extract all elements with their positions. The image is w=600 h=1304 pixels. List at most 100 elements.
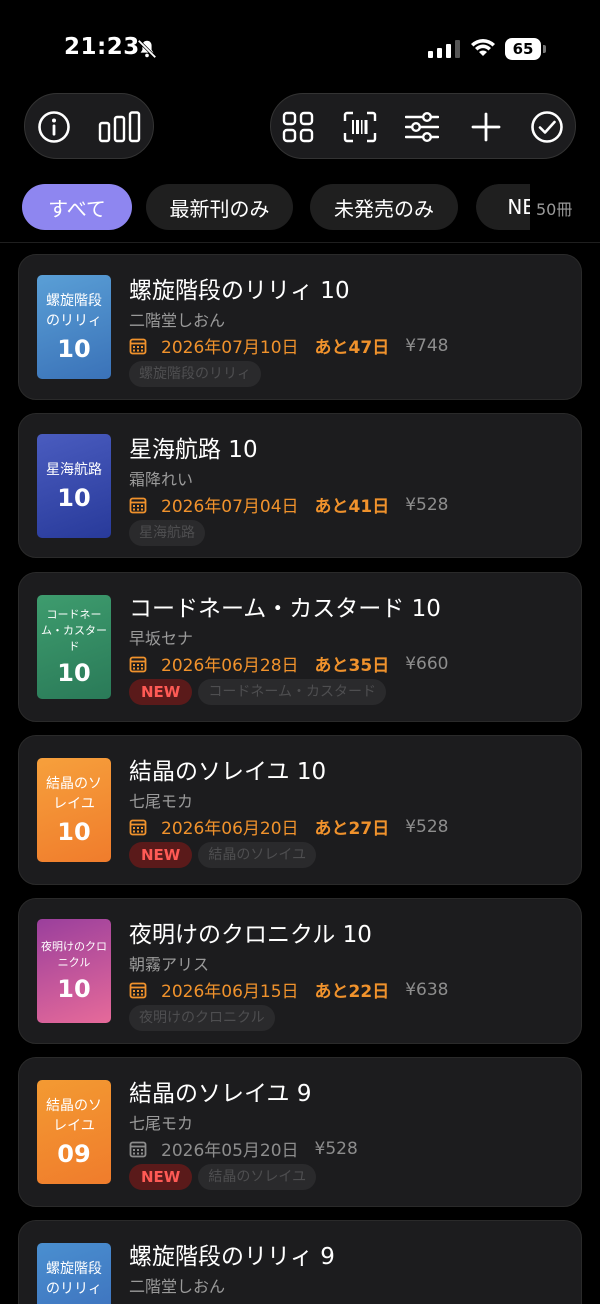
book-title: 螺旋階段のリリィ 9 <box>129 1244 335 1270</box>
book-author: 霜降れい <box>129 470 194 489</box>
filter-chip-new-wrapper: NEW <box>476 184 530 230</box>
cover-title: 結晶のソレイユ <box>46 1098 102 1134</box>
battery-level: 65 <box>505 38 541 60</box>
filter-chip-all[interactable]: すべて <box>22 184 132 230</box>
tag-row: 星海航路 <box>129 520 205 546</box>
release-date: 2026年06月28日 <box>161 656 299 676</box>
book-cover: 結晶のソレイユ 09 <box>37 1080 111 1184</box>
days-remaining: あと27日 <box>314 819 390 839</box>
bar-chart-icon <box>98 111 141 143</box>
cover-volume: 10 <box>57 975 91 1003</box>
book-title: 螺旋階段のリリィ 10 <box>129 278 350 304</box>
book-card[interactable]: 結晶のソレイユ 09 結晶のソレイユ 9 七尾モカ 2026年05月20日 ¥5… <box>18 1057 582 1207</box>
info-icon <box>38 111 70 143</box>
book-card[interactable]: 螺旋階段のリリィ 09 螺旋階段のリリィ 9 二階堂しおん <box>18 1220 582 1304</box>
bell-off-icon <box>137 39 157 59</box>
book-title: コードネーム・カスタード 10 <box>129 596 441 622</box>
status-bar: 21:23 65 <box>0 0 600 96</box>
price: ¥528 <box>314 1138 358 1159</box>
days-remaining: あと22日 <box>314 982 390 1002</box>
grid-icon <box>282 111 314 143</box>
book-cover: 螺旋階段のリリィ 09 <box>37 1243 111 1304</box>
book-title: 結晶のソレイユ 9 <box>129 1081 312 1107</box>
book-count: 50冊 <box>536 200 573 219</box>
tag-row: NEW 結晶のソレイユ <box>129 842 317 868</box>
barcode-scan-button[interactable] <box>341 108 379 146</box>
cover-volume: 10 <box>57 335 91 363</box>
book-title: 夜明けのクロニクル 10 <box>129 922 372 948</box>
plus-icon <box>471 112 501 142</box>
tag-row: NEW コードネーム・カスタード <box>129 679 386 705</box>
price: ¥660 <box>405 653 449 674</box>
book-cover: 螺旋階段のリリィ 10 <box>37 275 111 379</box>
cover-title: 螺旋階段のリリィ <box>46 1261 102 1297</box>
release-info: 2026年07月10日 あと47日 ¥748 <box>129 333 448 358</box>
book-card[interactable]: コードネーム・カスタード 10 コードネーム・カスタード 10 早坂セナ 202… <box>18 572 582 722</box>
filter-settings-button[interactable] <box>403 108 441 146</box>
calendar-icon <box>129 497 147 513</box>
divider <box>0 242 600 243</box>
sliders-icon <box>405 112 439 142</box>
calendar-icon <box>129 1141 147 1157</box>
select-button[interactable] <box>528 108 566 146</box>
book-cover: 結晶のソレイユ 10 <box>37 758 111 862</box>
tag-row: NEW 結晶のソレイユ <box>129 1164 317 1190</box>
book-title: 星海航路 10 <box>129 437 258 463</box>
book-author: 七尾モカ <box>129 792 194 811</box>
price: ¥528 <box>405 816 449 837</box>
days-remaining: あと47日 <box>314 338 390 358</box>
add-button[interactable] <box>467 108 505 146</box>
series-tag: 螺旋階段のリリィ <box>129 361 261 387</box>
price: ¥638 <box>405 979 449 1000</box>
book-author: 二階堂しおん <box>129 311 226 330</box>
release-info: 2026年06月15日 あと22日 ¥638 <box>129 977 448 1002</box>
cover-title: コードネーム・カスタード <box>41 608 107 653</box>
filter-chip-bar: すべて 最新刊のみ 未発売のみ NEW 50冊 <box>0 184 600 232</box>
stats-button[interactable] <box>97 108 143 146</box>
book-card[interactable]: 夜明けのクロニクル 10 夜明けのクロニクル 10 朝霧アリス 2026年06月… <box>18 898 582 1044</box>
cover-volume: 10 <box>57 818 91 846</box>
book-cover: 夜明けのクロニクル 10 <box>37 919 111 1023</box>
days-remaining: あと41日 <box>314 497 390 517</box>
battery-cap <box>543 45 546 53</box>
price: ¥528 <box>405 494 449 515</box>
filter-chip-latest[interactable]: 最新刊のみ <box>146 184 293 230</box>
calendar-icon <box>129 819 147 835</box>
filter-chip-unreleased[interactable]: 未発売のみ <box>310 184 458 230</box>
release-date: 2026年07月10日 <box>161 338 299 358</box>
book-title: 結晶のソレイユ 10 <box>129 759 327 785</box>
toolbar-right-group <box>270 93 576 159</box>
release-date: 2026年05月20日 <box>161 1141 299 1161</box>
book-author: 朝霧アリス <box>129 955 210 974</box>
release-date: 2026年06月15日 <box>161 982 299 1002</box>
book-cover: コードネーム・カスタード 10 <box>37 595 111 699</box>
book-author: 七尾モカ <box>129 1114 194 1133</box>
battery-indicator: 65 <box>505 38 547 60</box>
release-date: 2026年06月20日 <box>161 819 299 839</box>
calendar-icon <box>129 656 147 672</box>
tag-row: 夜明けのクロニクル <box>129 1005 275 1031</box>
calendar-icon <box>129 982 147 998</box>
release-info: 2026年06月28日 あと35日 ¥660 <box>129 651 448 676</box>
new-badge: NEW <box>129 1164 193 1190</box>
release-info: 2026年07月04日 あと41日 ¥528 <box>129 492 448 517</box>
cover-title: 夜明けのクロニクル <box>41 940 107 969</box>
new-badge: NEW <box>129 842 193 868</box>
cover-volume: 10 <box>57 659 91 687</box>
release-date: 2026年07月04日 <box>161 497 299 517</box>
new-badge: NEW <box>129 679 193 705</box>
series-tag: 結晶のソレイユ <box>198 1164 317 1190</box>
book-cover: 星海航路 10 <box>37 434 111 538</box>
book-card[interactable]: 螺旋階段のリリィ 10 螺旋階段のリリィ 10 二階堂しおん 2026年07月1… <box>18 254 582 400</box>
cellular-signal-icon <box>428 40 460 58</box>
book-card[interactable]: 結晶のソレイユ 10 結晶のソレイユ 10 七尾モカ 2026年06月20日 あ… <box>18 735 582 885</box>
cover-title: 螺旋階段のリリィ <box>46 293 102 329</box>
cover-volume: 10 <box>57 484 91 512</box>
info-button[interactable] <box>35 108 73 146</box>
filter-chip-new[interactable]: NEW <box>476 184 530 230</box>
calendar-icon <box>129 338 147 354</box>
checkmark-circle-icon <box>531 111 563 143</box>
grid-view-button[interactable] <box>279 108 317 146</box>
price: ¥748 <box>405 335 449 356</box>
book-card[interactable]: 星海航路 10 星海航路 10 霜降れい 2026年07月04日 あと41日 ¥… <box>18 413 582 558</box>
